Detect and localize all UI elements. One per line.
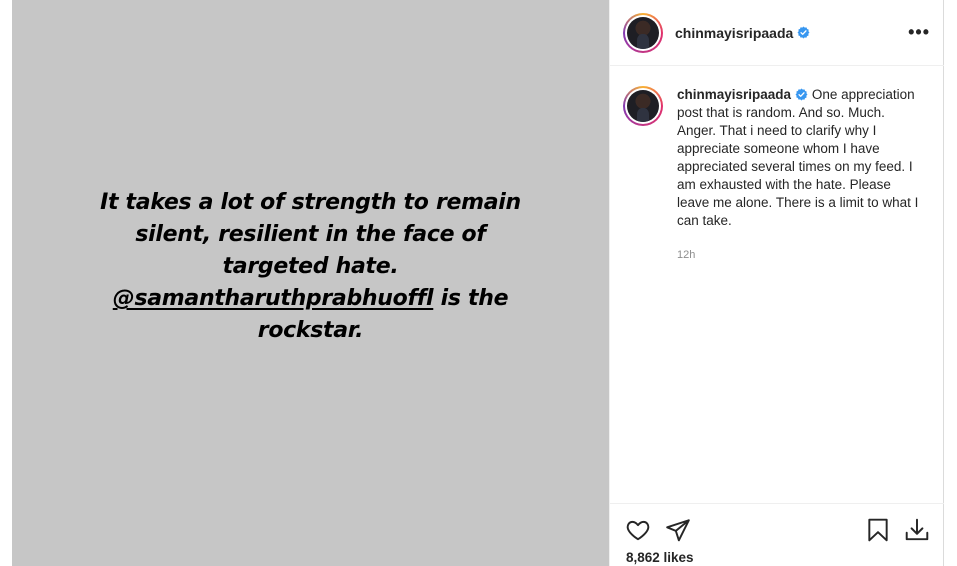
action-bar: 8,862 likes [610, 503, 944, 566]
story-line-suffix: is the [433, 286, 509, 311]
send-icon [666, 519, 690, 542]
share-button[interactable] [664, 516, 692, 544]
avatar-photo [627, 16, 659, 49]
story-line: targeted hate. [222, 254, 399, 279]
like-button[interactable] [624, 516, 652, 544]
caption-username[interactable]: chinmayisripaada [677, 87, 791, 102]
caption-text: One appreciation post that is random. An… [677, 87, 919, 228]
avatar-photo [627, 90, 659, 122]
story-line: silent, resilient in the face of [135, 222, 486, 247]
story-text: It takes a lot of strength to remain sil… [91, 187, 531, 347]
avatar[interactable] [623, 12, 663, 53]
page-margin [0, 0, 12, 566]
page-margin [944, 0, 957, 566]
caption: chinmayisripaada One appreciation post t… [623, 86, 933, 264]
post-timestamp[interactable]: 12h [677, 246, 922, 264]
verified-badge-icon [797, 26, 810, 39]
download-button[interactable] [903, 516, 931, 544]
save-button[interactable] [864, 516, 892, 544]
story-mention-link[interactable]: @samantharuthprabhuoffl [113, 286, 434, 311]
more-options-button[interactable]: ••• [908, 22, 930, 42]
story-line: It takes a lot of strength to remain [100, 190, 521, 215]
download-icon [905, 518, 929, 541]
verified-badge-icon [795, 88, 808, 101]
caption-body: chinmayisripaada One appreciation post t… [677, 86, 922, 264]
post-image[interactable]: It takes a lot of strength to remain sil… [12, 0, 609, 566]
post-side-panel: chinmayisripaada ••• chinmayisripaada On… [609, 0, 944, 566]
story-line: rockstar. [257, 318, 364, 343]
heart-icon [626, 520, 650, 541]
caption-avatar[interactable] [623, 86, 663, 126]
bookmark-icon [868, 518, 888, 542]
header-username[interactable]: chinmayisripaada [675, 25, 793, 41]
likes-count[interactable]: 8,862 likes [626, 550, 694, 565]
story-line: @samantharuthprabhuoffl is the [91, 283, 531, 315]
post-header: chinmayisripaada ••• [610, 0, 944, 66]
